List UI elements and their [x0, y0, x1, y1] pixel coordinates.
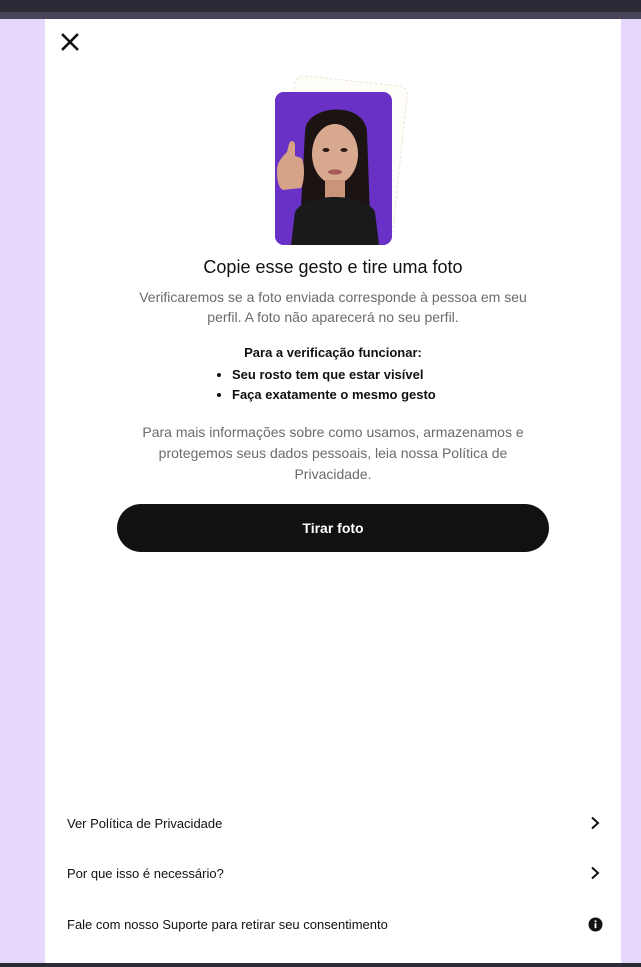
why-necessary-link-label: Por que isso é necessário? — [67, 865, 224, 881]
info-icon[interactable] — [587, 916, 603, 932]
window-top-bar — [0, 0, 641, 19]
take-photo-button[interactable]: Tirar foto — [117, 504, 549, 552]
gesture-example-photo — [275, 92, 392, 245]
requirements-heading: Para a verificação funcionar: — [244, 345, 422, 360]
support-consent-link-label: Fale com nosso Suporte para retirar seu … — [67, 916, 388, 932]
page-subtitle: Verificaremos se a foto enviada correspo… — [139, 289, 527, 325]
privacy-info-text: Para mais informações sobre como usamos,… — [142, 424, 524, 482]
why-necessary-link[interactable]: Por que isso é necessário? — [67, 861, 603, 885]
close-button[interactable] — [57, 29, 83, 55]
verification-panel: Copie esse gesto e tire uma foto Verific… — [45, 19, 621, 963]
privacy-policy-link[interactable]: Ver Política de Privacidade — [67, 811, 603, 835]
gesture-photo-card — [275, 74, 409, 245]
privacy-policy-link-label: Ver Política de Privacidade — [67, 815, 223, 831]
requirements-list: Seu rosto tem que estar visível Faça exa… — [215, 365, 436, 405]
chevron-right-icon — [587, 865, 603, 881]
requirement-item: Seu rosto tem que estar visível — [232, 365, 436, 385]
window-top-bar-strip — [0, 12, 641, 19]
close-icon — [61, 33, 79, 51]
window-bottom-bar — [0, 963, 641, 967]
support-consent-link[interactable]: Fale com nosso Suporte para retirar seu … — [67, 912, 603, 936]
page-title: Copie esse gesto e tire uma foto — [203, 257, 463, 277]
chevron-right-icon — [587, 815, 603, 831]
requirement-item: Faça exatamente o mesmo gesto — [232, 385, 436, 405]
